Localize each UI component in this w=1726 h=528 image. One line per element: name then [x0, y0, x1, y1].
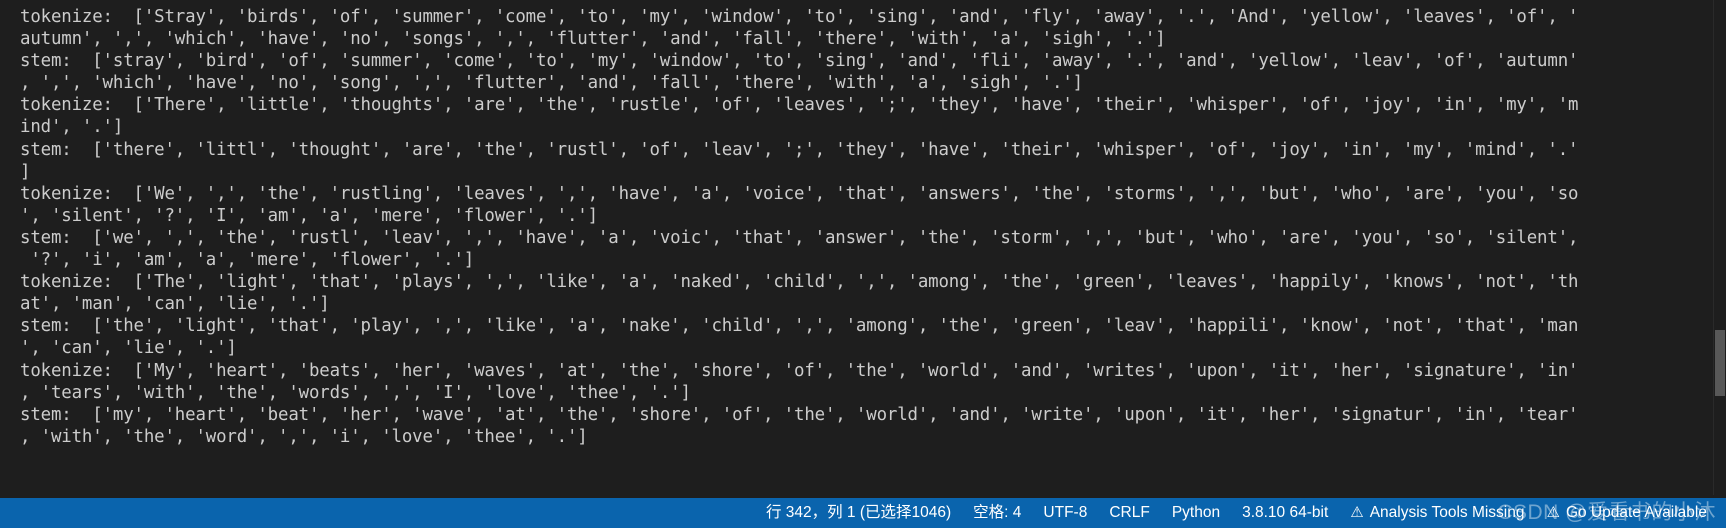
- warning-triangle-icon: ⚠: [1546, 502, 1560, 521]
- terminal-line: tokenize: ['The', 'light', 'that', 'play…: [20, 272, 1579, 293]
- terminal-line: autumn', ',', 'which', 'have', 'no', 'so…: [20, 29, 1166, 50]
- status-language-mode[interactable]: Python: [1161, 498, 1231, 528]
- status-language-mode-label: Python: [1171, 504, 1221, 521]
- status-python-interpreter-label: 3.8.10 64-bit: [1242, 504, 1329, 521]
- terminal-line: ]: [20, 161, 31, 182]
- terminal-line: , 'tears', 'with', 'the', 'words', ',', …: [20, 382, 691, 403]
- status-go-update-available-label: Go Update Available: [1565, 504, 1707, 521]
- terminal-line-list: tokenize: ['Stray', 'birds', 'of', 'summ…: [0, 6, 1726, 448]
- terminal-line: tokenize: ['Stray', 'birds', 'of', 'summ…: [20, 7, 1579, 27]
- terminal-line: tokenize: ['We', ',', 'the', 'rustling',…: [20, 183, 1579, 204]
- terminal-line: ', 'can', 'lie', '.']: [20, 338, 237, 359]
- status-bar-top-divider: [0, 495, 1726, 498]
- terminal-line: stem: ['there', 'littl', 'thought', 'are…: [20, 139, 1579, 160]
- status-analysis-tools-missing-label: Analysis Tools Missing: [1369, 504, 1525, 521]
- status-cursor-position[interactable]: 行 342，列 1 (已选择1046): [755, 498, 962, 528]
- terminal-line: '?', 'i', 'am', 'a', 'mere', 'flower', '…: [20, 250, 475, 271]
- status-python-interpreter[interactable]: 3.8.10 64-bit: [1231, 498, 1339, 528]
- status-go-update-available[interactable]: ⚠ Go Update Available: [1536, 498, 1719, 528]
- status-encoding-label: UTF-8: [1043, 504, 1088, 521]
- status-encoding[interactable]: UTF-8: [1032, 498, 1098, 528]
- terminal-line: stem: ['the', 'light', 'that', 'play', '…: [20, 316, 1579, 337]
- status-eol-label: CRLF: [1109, 504, 1150, 521]
- terminal-line: ind', '.']: [20, 117, 124, 138]
- vscode-window: tokenize: ['Stray', 'birds', 'of', 'summ…: [0, 0, 1726, 528]
- terminal-line: stem: ['stray', 'bird', 'of', 'summer', …: [20, 51, 1579, 72]
- warning-triangle-icon: ⚠: [1350, 502, 1364, 521]
- terminal-line: , 'with', 'the', 'word', ',', 'i', 'love…: [20, 426, 588, 447]
- status-indentation[interactable]: 空格: 4: [962, 498, 1032, 528]
- terminal-line: stem: ['my', 'heart', 'beat', 'her', 'wa…: [20, 404, 1579, 425]
- status-eol[interactable]: CRLF: [1098, 498, 1160, 528]
- terminal-line: stem: ['we', ',', 'the', 'rustl', 'leav'…: [20, 227, 1579, 248]
- terminal-line: , ',', 'which', 'have', 'no', 'song', ',…: [20, 73, 1083, 94]
- terminal-scrollbar[interactable]: [1714, 0, 1726, 498]
- status-bar: 行 342，列 1 (已选择1046) 空格: 4 UTF-8 CRLF Pyt…: [0, 495, 1726, 528]
- status-analysis-tools-missing[interactable]: ⚠ Analysis Tools Missing: [1339, 498, 1535, 528]
- terminal-line: at', 'man', 'can', 'lie', '.']: [20, 294, 330, 315]
- terminal-line: tokenize: ['There', 'little', 'thoughts'…: [20, 95, 1579, 116]
- terminal-output-panel[interactable]: tokenize: ['Stray', 'birds', 'of', 'summ…: [0, 0, 1726, 498]
- terminal-line: tokenize: ['My', 'heart', 'beats', 'her'…: [20, 360, 1579, 381]
- terminal-scrollbar-thumb[interactable]: [1715, 330, 1725, 396]
- status-indentation-label: 空格: 4: [973, 504, 1022, 521]
- status-cursor-position-label: 行 342，列 1 (已选择1046): [765, 504, 952, 521]
- terminal-line: ', 'silent', '?', 'I', 'am', 'a', 'mere'…: [20, 205, 598, 226]
